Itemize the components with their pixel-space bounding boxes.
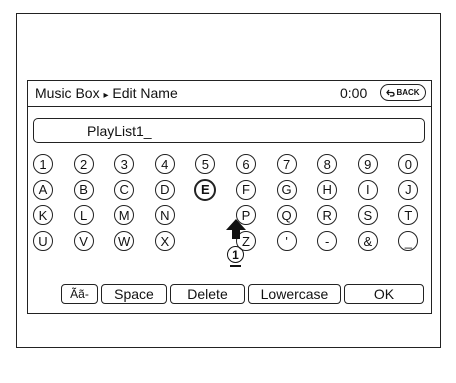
key-m[interactable]: M <box>114 205 135 226</box>
up-arrow-cursor-icon <box>226 219 246 239</box>
key-l[interactable]: L <box>73 205 94 226</box>
key-e[interactable]: E <box>194 178 217 201</box>
key-6[interactable]: 6 <box>236 154 256 174</box>
key-hyphen[interactable]: - <box>317 231 338 252</box>
key-b[interactable]: B <box>73 179 94 200</box>
playback-time: 0:00 <box>340 85 368 101</box>
key-x[interactable]: X <box>154 231 175 252</box>
key-0[interactable]: 0 <box>398 154 419 174</box>
edit-name-screen: Music Box ▸ Edit Name 0:00 BACK PlayList… <box>27 80 432 314</box>
key-5[interactable]: 5 <box>195 154 216 174</box>
back-arrow-icon <box>386 89 396 97</box>
key-4[interactable]: 4 <box>154 154 175 174</box>
back-button[interactable]: BACK <box>380 84 426 101</box>
lowercase-button[interactable]: Lowercase <box>248 284 341 304</box>
breadcrumb-current: Edit Name <box>112 85 178 101</box>
breadcrumb: Music Box ▸ Edit Name <box>35 85 178 101</box>
key-j[interactable]: J <box>398 179 419 200</box>
key-f[interactable]: F <box>236 179 256 200</box>
key-v[interactable]: V <box>73 231 94 252</box>
key-1[interactable]: 1 <box>33 154 53 174</box>
key-s[interactable]: S <box>357 205 378 226</box>
key-apostrophe[interactable]: ' <box>276 231 297 252</box>
key-u[interactable]: U <box>33 231 53 252</box>
key-t[interactable]: T <box>398 205 419 226</box>
key-8[interactable]: 8 <box>317 154 338 174</box>
key-3[interactable]: 3 <box>114 154 135 174</box>
cursor-marker-icon: 1 <box>227 246 244 267</box>
breadcrumb-parent: Music Box <box>35 85 100 101</box>
name-input-field[interactable]: PlayList1_ <box>33 118 425 143</box>
delete-button[interactable]: Delete <box>170 284 245 304</box>
key-9[interactable]: 9 <box>357 154 378 174</box>
key-underscore[interactable]: _ <box>398 231 419 252</box>
key-c[interactable]: C <box>114 179 135 200</box>
key-2[interactable]: 2 <box>73 154 94 174</box>
key-g[interactable]: G <box>276 179 297 200</box>
ok-button[interactable]: OK <box>344 284 424 304</box>
key-d[interactable]: D <box>154 179 175 200</box>
key-q[interactable]: Q <box>276 205 297 226</box>
key-7[interactable]: 7 <box>276 154 297 174</box>
breadcrumb-separator-icon: ▸ <box>103 90 109 101</box>
key-i[interactable]: I <box>357 179 378 200</box>
key-n[interactable]: N <box>154 205 175 226</box>
accent-characters-button[interactable]: Ãã- <box>61 284 98 304</box>
key-a[interactable]: A <box>33 179 53 200</box>
header-divider <box>28 106 431 107</box>
back-button-label: BACK <box>396 88 420 97</box>
name-input-value: PlayList1_ <box>87 123 152 139</box>
key-h[interactable]: H <box>317 179 338 200</box>
key-ampersand[interactable]: & <box>357 231 378 252</box>
key-k[interactable]: K <box>33 205 53 226</box>
space-button[interactable]: Space <box>101 284 167 304</box>
key-w[interactable]: W <box>114 231 135 252</box>
key-r[interactable]: R <box>317 205 338 226</box>
